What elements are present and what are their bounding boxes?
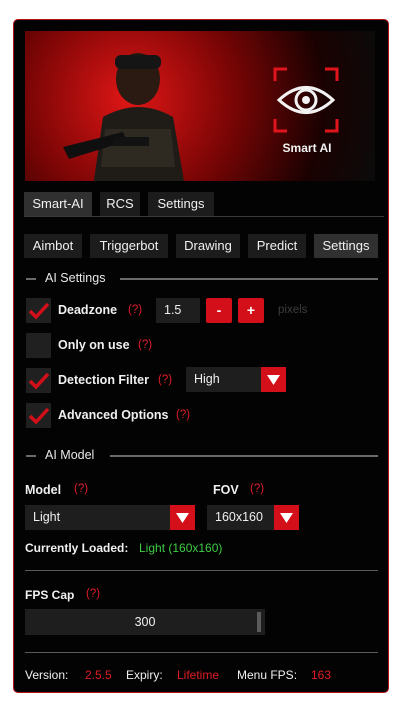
logo-text: Smart AI — [282, 141, 332, 155]
subtab-drawing[interactable]: Drawing — [176, 234, 240, 258]
section-line — [120, 278, 378, 280]
currently-loaded-value: Light (160x160) — [139, 541, 223, 555]
section-dash — [26, 278, 36, 280]
tab-settings[interactable]: Settings — [148, 192, 214, 216]
detection-filter-help[interactable]: (?) — [158, 374, 172, 386]
menu-fps-label: Menu FPS: — [237, 668, 298, 682]
subtab-triggerbot[interactable]: Triggerbot — [90, 234, 168, 258]
divider — [25, 570, 378, 571]
advanced-options-checkbox[interactable] — [26, 403, 51, 428]
currently-loaded-label: Currently Loaded: — [25, 541, 129, 555]
expiry-value: Lifetime — [177, 668, 220, 682]
deadzone-checkbox[interactable] — [26, 298, 51, 323]
deadzone-decrement-button[interactable]: - — [206, 298, 232, 323]
version-value: 2.5.5 — [85, 668, 112, 682]
detection-filter-select[interactable]: High — [186, 367, 286, 392]
detection-filter-checkbox[interactable] — [26, 368, 51, 393]
fps-cap-slider[interactable]: 300 — [25, 609, 265, 635]
section-dash — [26, 455, 36, 457]
banner-image: Smart AI — [25, 31, 375, 181]
section-header-ai-model: AI Model — [45, 448, 95, 462]
only-on-use-label: Only on use — [58, 338, 130, 352]
chevron-down-icon[interactable] — [170, 505, 195, 530]
model-selected: Light — [33, 510, 61, 524]
chevron-down-icon[interactable] — [261, 367, 286, 392]
deadzone-help[interactable]: (?) — [128, 304, 142, 316]
fps-cap-help[interactable]: (?) — [86, 588, 100, 600]
deadzone-unit: pixels — [278, 304, 308, 316]
detection-filter-label: Detection Filter — [58, 373, 149, 387]
fov-select[interactable]: 160x160 — [207, 505, 299, 530]
fps-cap-value: 300 — [134, 615, 156, 629]
advanced-options-label: Advanced Options — [58, 408, 169, 422]
model-label: Model — [25, 483, 62, 497]
model-select[interactable]: Light — [25, 505, 195, 530]
slider-grip[interactable] — [257, 612, 261, 632]
menu-fps-value: 163 — [311, 668, 332, 682]
fov-help[interactable]: (?) — [250, 483, 264, 495]
only-on-use-help[interactable]: (?) — [138, 339, 152, 351]
tab-rcs[interactable]: RCS — [100, 192, 140, 216]
section-line — [110, 455, 378, 457]
tab-smart-ai[interactable]: Smart-AI — [24, 192, 92, 216]
deadzone-label: Deadzone — [58, 303, 118, 317]
tabs-divider — [24, 216, 384, 217]
subtab-predict[interactable]: Predict — [248, 234, 306, 258]
model-help[interactable]: (?) — [74, 483, 88, 495]
only-on-use-checkbox[interactable] — [26, 333, 51, 358]
fps-cap-label: FPS Cap — [25, 588, 75, 602]
expiry-label: Expiry: — [126, 668, 163, 682]
deadzone-increment-button[interactable]: + — [238, 298, 264, 323]
cheat-menu-panel: Smart AI Smart-AI RCS Settings Aimbot Tr… — [13, 19, 389, 693]
divider — [25, 652, 378, 653]
eye-logo-icon — [273, 67, 339, 133]
fov-label: FOV — [213, 483, 239, 497]
fov-selected: 160x160 — [215, 510, 263, 524]
section-header-ai-settings: AI Settings — [45, 271, 106, 285]
version-label: Version: — [25, 668, 69, 682]
subtab-aimbot[interactable]: Aimbot — [24, 234, 82, 258]
subtab-settings[interactable]: Settings — [314, 234, 378, 258]
chevron-down-icon[interactable] — [274, 505, 299, 530]
detection-filter-selected: High — [194, 372, 220, 386]
soldier-image — [63, 53, 184, 181]
advanced-options-help[interactable]: (?) — [176, 409, 190, 421]
deadzone-value-input[interactable]: 1.5 — [156, 298, 200, 323]
